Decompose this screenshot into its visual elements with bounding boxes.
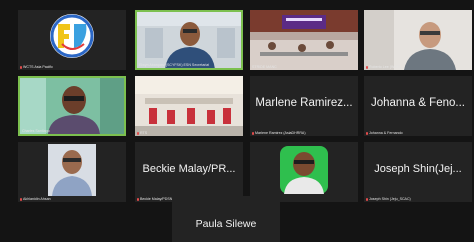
participant-display-name: Marlene Ramirez... bbox=[255, 97, 353, 109]
wcts-logo-icon bbox=[18, 10, 126, 70]
mic-off-icon bbox=[366, 65, 368, 69]
participant-display-name: Joseph Shin(Jej... bbox=[374, 163, 462, 175]
participant-name-tag: Akhlanidin Ahsan bbox=[23, 197, 51, 201]
participant-name-tag: Joseph Shin (Jeju_SCAC) bbox=[369, 197, 411, 201]
participant-name-tag: Charles Santiago bbox=[22, 129, 50, 133]
mic-off-icon bbox=[20, 65, 22, 69]
mic-off-icon bbox=[137, 197, 139, 201]
participant-name-tag: Marlene Ramirez (AsiaDHRRA) bbox=[255, 131, 306, 135]
participant-name-tag: Roberto Lee (WCC) bbox=[369, 65, 401, 69]
participant-video bbox=[364, 10, 472, 70]
participant-name-tag: WCTS Asia Pacific bbox=[23, 65, 53, 69]
participant-tile[interactable]: Akhlanidin Ahsan bbox=[18, 142, 126, 202]
mic-off-icon bbox=[252, 131, 254, 135]
mic-off-icon bbox=[366, 197, 368, 201]
participant-display-name: Johanna & Feno... bbox=[371, 97, 465, 109]
participant-tile[interactable]: Roberto Lee (WCC) bbox=[364, 10, 472, 70]
participant-name-tag: STRIDE MANC bbox=[252, 65, 277, 69]
mic-off-icon bbox=[137, 131, 139, 135]
mic-off-icon bbox=[366, 131, 368, 135]
participant-display-name: Paula Silewe bbox=[195, 218, 257, 230]
participant-name-tag: Elwyn Abarquez (SCYFSK) ESN Secretariat bbox=[139, 63, 210, 67]
participant-name-tag: Beckie Malay/PDSN bbox=[140, 197, 173, 201]
participant-video bbox=[250, 142, 358, 202]
participant-tile[interactable]: Elwyn Abarquez (SCYFSK) ESN Secretariat bbox=[135, 10, 243, 70]
participant-tile[interactable]: Johanna & Feno... Johanna & Fernando bbox=[364, 76, 472, 136]
participant-tile[interactable]: STRIDE MANC bbox=[250, 10, 358, 70]
participant-video bbox=[135, 76, 243, 136]
participant-tile[interactable]: Marlene Ramirez... Marlene Ramirez (Asia… bbox=[250, 76, 358, 136]
participant-tile[interactable]: Charles Santiago bbox=[18, 76, 126, 136]
participant-tile[interactable]: RTS bbox=[135, 76, 243, 136]
participant-tile[interactable]: Paula Silewe bbox=[172, 196, 280, 242]
participant-video bbox=[18, 142, 126, 202]
participant-display-name: Beckie Malay/PR... bbox=[142, 163, 236, 175]
participant-tile[interactable]: TheKinsher bbox=[250, 142, 358, 202]
participant-tile[interactable]: Beckie Malay/PR... Beckie Malay/PDSN bbox=[135, 142, 243, 202]
participant-video bbox=[20, 78, 124, 134]
participant-tile[interactable]: WCTS Asia Pacific bbox=[18, 10, 126, 70]
participant-tile[interactable]: Joseph Shin(Jej... Joseph Shin (Jeju_SCA… bbox=[364, 142, 472, 202]
mic-off-icon bbox=[20, 197, 22, 201]
participant-video bbox=[250, 10, 358, 70]
participant-name-tag: RTS bbox=[140, 131, 148, 135]
participant-name-tag: Johanna & Fernando bbox=[369, 131, 403, 135]
participant-video bbox=[137, 12, 241, 68]
